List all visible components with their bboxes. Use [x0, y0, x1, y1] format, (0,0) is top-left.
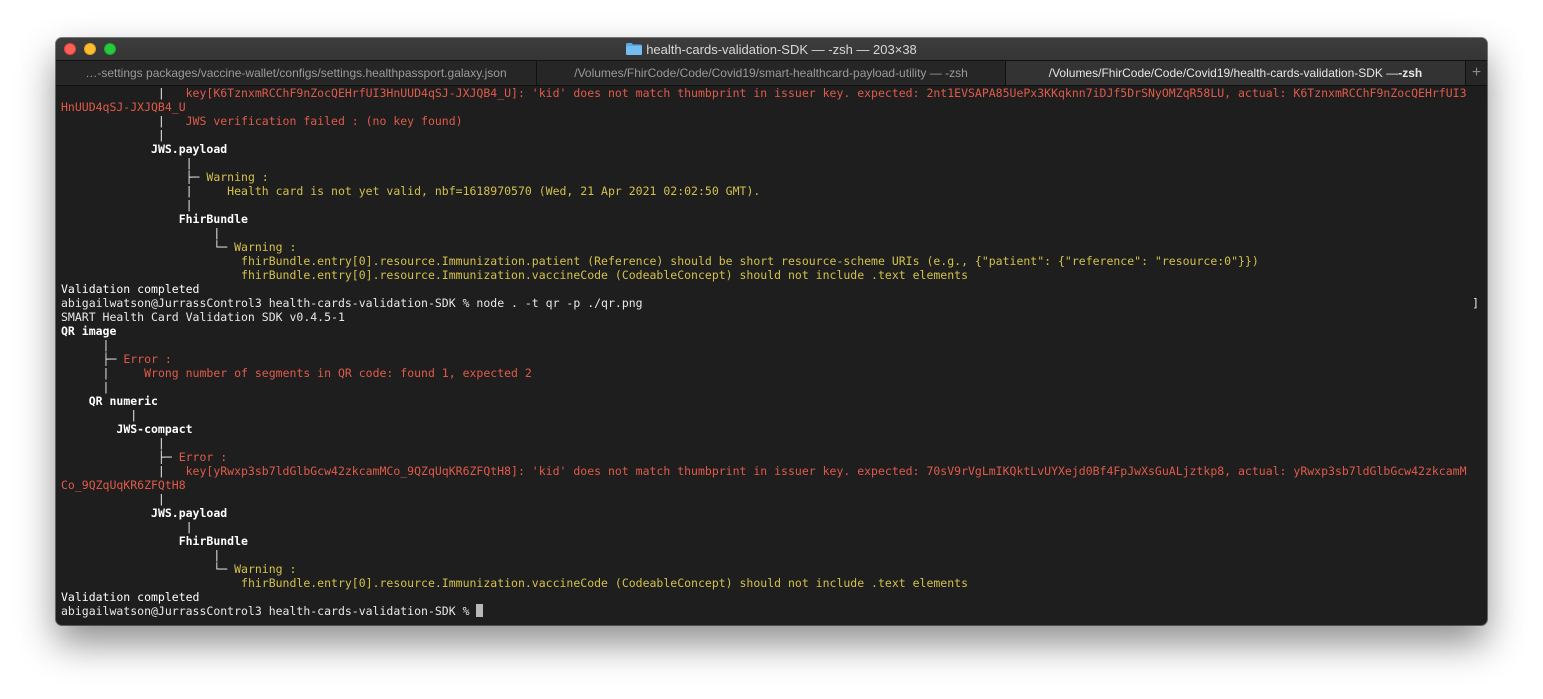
- output-line: fhirBundle.entry[0].resource.Immunizatio…: [241, 576, 968, 590]
- window-title: health-cards-validation-SDK — -zsh — 203…: [56, 38, 1487, 60]
- output-line: SMART Health Card Validation SDK v0.4.5-…: [61, 310, 345, 324]
- output-line: Validation completed: [61, 590, 200, 604]
- output-line: FhirBundle: [178, 534, 248, 548]
- line-marker: ]: [1472, 296, 1479, 310]
- output-line: | Wrong number of segments in QR code: f…: [61, 366, 532, 380]
- plus-icon: +: [1471, 64, 1482, 81]
- output-line: |: [61, 492, 165, 506]
- output-line: |: [61, 198, 193, 212]
- terminal-window: health-cards-validation-SDK — -zsh — 203…: [56, 38, 1487, 625]
- output-line: ├─ Error :: [61, 352, 172, 366]
- output-line: |: [61, 436, 165, 450]
- output-line: JWS.payload: [151, 142, 228, 156]
- tab-settings-json[interactable]: …-settings packages/vaccine-wallet/confi…: [56, 61, 537, 85]
- output-line: |: [61, 380, 110, 394]
- output-line: QR numeric: [88, 394, 158, 408]
- output-line: | JWS verification failed : (no key foun…: [61, 114, 463, 128]
- tab-payload-utility[interactable]: /Volumes/FhirCode/Code/Covid19/smart-hea…: [537, 61, 1006, 85]
- output-line: JWS-compact: [116, 422, 193, 436]
- tab-bar: …-settings packages/vaccine-wallet/confi…: [56, 61, 1487, 86]
- tab-label: /Volumes/FhirCode/Code/Covid19/smart-hea…: [574, 66, 968, 80]
- output-line: FhirBundle: [178, 212, 248, 226]
- text-cursor: [476, 604, 484, 617]
- output-line: |: [61, 226, 221, 240]
- output-line: Validation completed: [61, 282, 200, 296]
- output-line: QR image: [61, 324, 117, 338]
- output-line: ├─ Error :: [61, 450, 228, 464]
- output-line: fhirBundle.entry[0].resource.Immunizatio…: [241, 254, 1259, 268]
- tab-validation-sdk[interactable]: /Volumes/FhirCode/Code/Covid19/health-ca…: [1006, 61, 1466, 85]
- output-line: |: [61, 156, 193, 170]
- title-bar[interactable]: health-cards-validation-SDK — -zsh — 203…: [56, 38, 1487, 61]
- output-line: └─ Warning :: [61, 562, 297, 576]
- prompt-line: abigailwatson@JurrassControl3 health-car…: [61, 604, 1482, 618]
- tab-label-shell: -zsh: [1398, 66, 1423, 80]
- output-line: |: [61, 520, 193, 534]
- output-line: Co_9QZqUqKR6ZFQtH8: [61, 478, 186, 492]
- tab-label-path: /Volumes/FhirCode/Code/Covid19/health-ca…: [1048, 66, 1399, 80]
- output-line: |: [61, 408, 138, 422]
- add-tab-button[interactable]: +: [1466, 61, 1487, 85]
- output-line: └─ Warning :: [61, 240, 297, 254]
- terminal-output[interactable]: | key[K6TznxmRCChF9nZocQEHrfUI3HnUUD4qSJ…: [56, 86, 1487, 625]
- output-line: | key[K6TznxmRCChF9nZocQEHrfUI3HnUUD4qSJ…: [61, 86, 1467, 100]
- output-line: |: [61, 128, 165, 142]
- output-line: |: [61, 548, 221, 562]
- output-line: |: [61, 338, 110, 352]
- prompt-line: abigailwatson@JurrassControl3 health-car…: [61, 296, 1479, 310]
- output-line: JWS.payload: [151, 506, 228, 520]
- tab-label: …-settings packages/vaccine-wallet/confi…: [85, 66, 507, 80]
- folder-icon: [626, 43, 643, 55]
- output-line: | Health card is not yet valid, nbf=1618…: [61, 184, 761, 198]
- output-line: HnUUD4qSJ-JXJQB4_U: [61, 100, 186, 114]
- output-line: | key[yRwxp3sb7ldGlbGcw42zkcamMCo_9QZqUq…: [61, 464, 1467, 478]
- output-line: fhirBundle.entry[0].resource.Immunizatio…: [241, 268, 968, 282]
- output-line: ├─ Warning :: [61, 170, 269, 184]
- window-title-text: health-cards-validation-SDK — -zsh — 203…: [646, 41, 917, 57]
